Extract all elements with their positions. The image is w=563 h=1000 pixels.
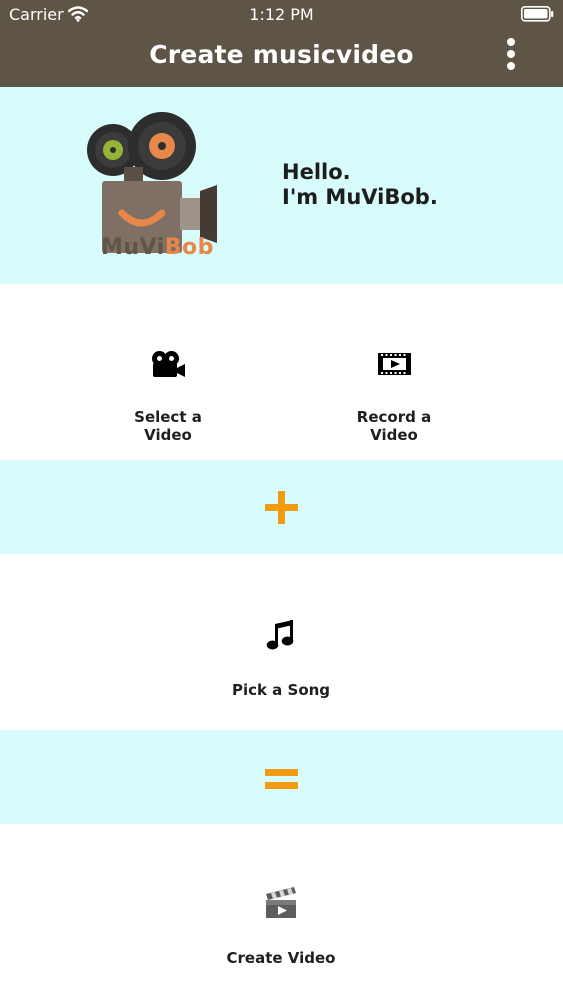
record-video-button[interactable]: Record a Video <box>334 350 454 444</box>
music-note-icon <box>266 620 293 650</box>
song-section: Pick a Song <box>0 554 563 730</box>
battery-icon <box>521 6 554 22</box>
equals-icon <box>265 769 298 789</box>
film-strip-play-icon <box>377 353 411 375</box>
equals-separator <box>0 730 563 824</box>
greeting-text: Hello. I'm MuViBob. <box>282 160 438 210</box>
status-bar: Carrier 1:12 PM <box>0 0 563 30</box>
create-video-label: Create Video <box>226 949 336 967</box>
select-video-label: Select a Video <box>134 408 202 444</box>
hero-panel: MuViBob Hello. I'm MuViBob. <box>0 87 563 284</box>
clapperboard-play-icon <box>266 887 296 918</box>
logo-text-muvi: MuVi <box>101 235 165 260</box>
top-bar: Carrier 1:12 PM Create musicvideo <box>0 0 563 87</box>
status-time: 1:12 PM <box>249 5 314 24</box>
select-video-button[interactable]: Select a Video <box>108 350 228 444</box>
pick-song-label: Pick a Song <box>231 681 331 699</box>
nav-title: Create musicvideo <box>149 40 414 69</box>
video-source-section: Select a Video Record a Video <box>0 284 563 460</box>
greeting-line-1: Hello. <box>282 160 351 184</box>
vertical-ellipsis-icon <box>507 38 515 46</box>
logo-text-bob: Bob <box>164 235 214 260</box>
create-video-button[interactable]: Create Video <box>221 886 341 967</box>
more-menu-button[interactable] <box>496 38 526 78</box>
create-section: Create Video <box>0 824 563 1000</box>
pick-song-button[interactable]: Pick a Song <box>221 618 341 699</box>
greeting-line-2: I'm MuViBob. <box>282 185 438 209</box>
movie-camera-icon <box>151 351 185 377</box>
plus-separator <box>0 460 563 554</box>
logo-text: MuViBob <box>101 235 214 260</box>
record-video-label: Record a Video <box>356 408 432 444</box>
plus-icon <box>265 491 298 524</box>
